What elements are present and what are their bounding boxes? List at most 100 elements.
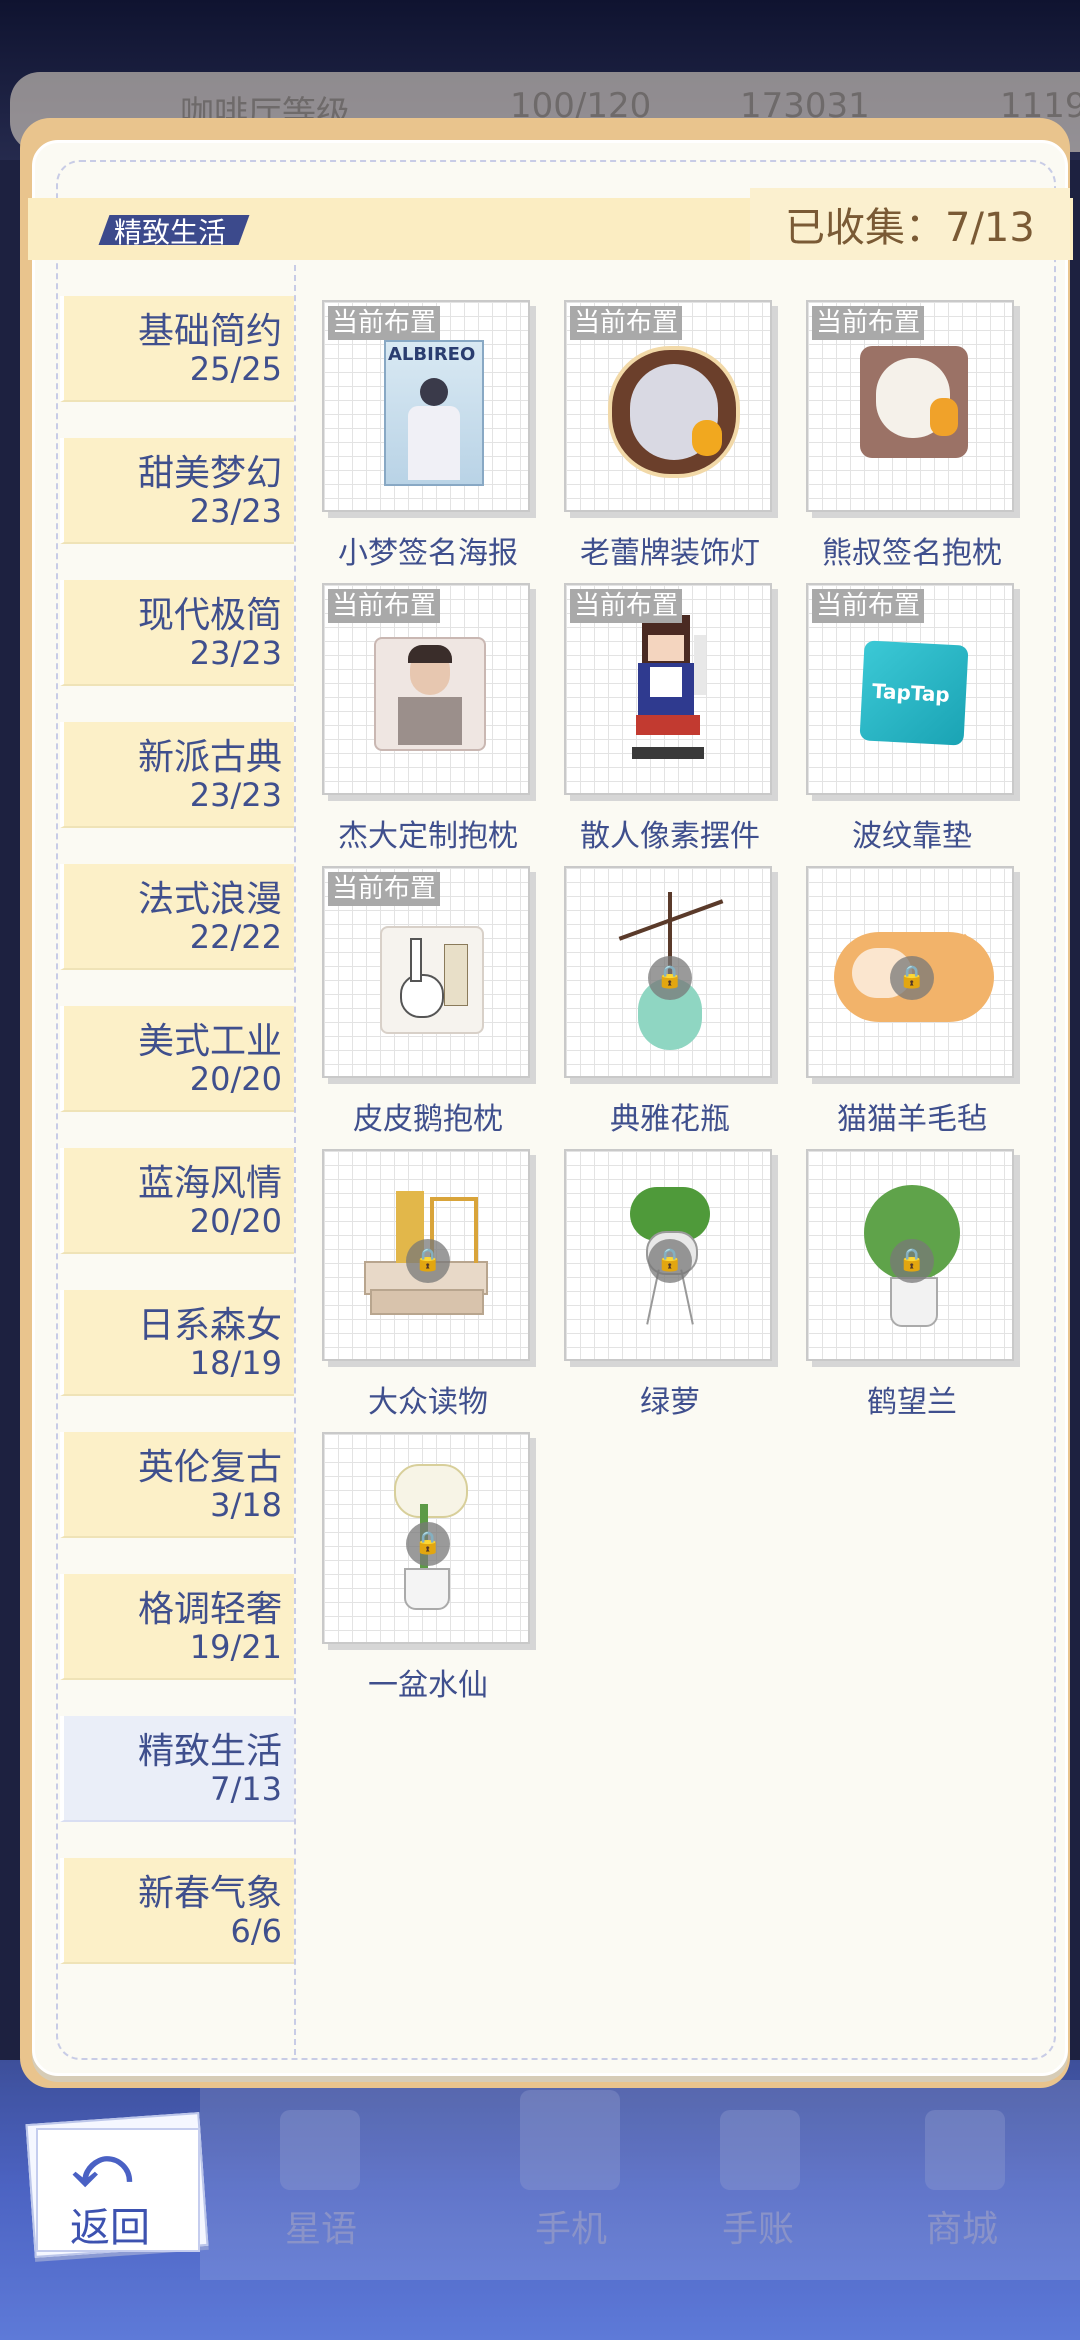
- category-name: 英伦复古: [137, 1447, 282, 1488]
- pot-art: [404, 1568, 450, 1610]
- category-name: 法式浪漫: [137, 879, 282, 920]
- category-count: 20/20: [189, 1060, 282, 1098]
- category-item[interactable]: 格调轻奢 19/21: [60, 1574, 294, 1680]
- item-card[interactable]: ALBIREO 当前布置: [322, 300, 536, 518]
- item-name: 鹤望兰: [867, 1385, 957, 1420]
- item-card[interactable]: 🔒: [564, 1149, 778, 1367]
- poster-text: ALBIREO: [388, 344, 476, 365]
- item-card[interactable]: 当前布置: [322, 583, 536, 801]
- card-face: 🔒: [806, 1149, 1014, 1361]
- item-card[interactable]: 🔒: [564, 866, 778, 1084]
- card-face: 🔒: [564, 866, 772, 1078]
- poster-art: ALBIREO: [384, 340, 484, 486]
- item-card[interactable]: 🔒: [322, 1149, 536, 1367]
- card-face: 当前布置: [322, 583, 530, 795]
- phone-icon[interactable]: [520, 2090, 620, 2190]
- category-item[interactable]: 日系森女 18/19: [60, 1290, 294, 1396]
- item-card[interactable]: 当前布置: [806, 300, 1020, 518]
- card-face: 当前布置: [564, 300, 772, 512]
- category-name: 新派古典: [137, 737, 282, 778]
- category-name: 格调轻奢: [137, 1589, 282, 1630]
- item-name: 绿萝: [640, 1385, 700, 1420]
- lock-icon: 🔒: [648, 1239, 692, 1283]
- category-name: 精致生活: [137, 1731, 282, 1772]
- item-name: 老蕾牌装饰灯: [580, 536, 760, 571]
- item-name: 猫猫羊毛毡: [837, 1102, 987, 1137]
- back-button-label[interactable]: 返回: [70, 2195, 150, 2253]
- item-card[interactable]: TapTap 当前布置: [806, 583, 1020, 801]
- goose-pillow-art: [380, 926, 484, 1034]
- card-face: ALBIREO 当前布置: [322, 300, 530, 512]
- category-item[interactable]: 现代极简 23/23: [60, 580, 294, 686]
- nav-phone[interactable]: 手机: [535, 2200, 607, 2252]
- category-item[interactable]: 法式浪漫 22/22: [60, 864, 294, 970]
- current-layout-badge: 当前布置: [328, 872, 441, 906]
- star-talk-icon[interactable]: [280, 2110, 360, 2190]
- nav-star-talk[interactable]: 星语: [285, 2200, 357, 2252]
- pixel-figure-art: [628, 615, 712, 765]
- category-item-active[interactable]: 精致生活 7/13: [60, 1716, 294, 1822]
- card-face: 🔒: [322, 1149, 530, 1361]
- category-item[interactable]: 甜美梦幻 23/23: [60, 438, 294, 544]
- category-name: 新春气象: [137, 1873, 282, 1914]
- category-count: 23/23: [189, 492, 282, 530]
- category-item[interactable]: 美式工业 20/20: [60, 1006, 294, 1112]
- category-count: 6/6: [230, 1912, 283, 1950]
- category-name: 甜美梦幻: [137, 453, 282, 494]
- category-count: 3/18: [210, 1486, 282, 1524]
- books-art: [370, 1289, 484, 1315]
- category-count: 7/13: [210, 1770, 282, 1808]
- nav-shop[interactable]: 商城: [926, 2200, 998, 2252]
- category-count: 22/22: [189, 918, 282, 956]
- nav-notebook[interactable]: 手账: [722, 2200, 794, 2252]
- collected-count: 已收集：7/13: [785, 205, 1035, 251]
- category-count: 19/21: [189, 1628, 282, 1666]
- theme-tag: 精致生活: [114, 216, 227, 249]
- item-card[interactable]: 当前布置: [564, 583, 778, 801]
- lock-icon: 🔒: [406, 1239, 450, 1283]
- category-item[interactable]: 基础简约 25/25: [60, 296, 294, 402]
- category-count: 25/25: [189, 350, 282, 388]
- item-card[interactable]: 当前布置: [564, 300, 778, 518]
- card-face: 当前布置: [564, 583, 772, 795]
- item-card[interactable]: 🔒: [806, 866, 1020, 1084]
- item-name: 熊叔签名抱枕: [822, 536, 1002, 571]
- card-face: 当前布置: [322, 866, 530, 1078]
- current-layout-badge: 当前布置: [812, 306, 925, 340]
- current-layout-badge: 当前布置: [570, 306, 683, 340]
- narcissus-flowers-art: [394, 1464, 468, 1518]
- category-item[interactable]: 英伦复古 3/18: [60, 1432, 294, 1538]
- category-count: 18/19: [189, 1344, 282, 1382]
- current-layout-badge: 当前布置: [328, 589, 441, 623]
- category-item[interactable]: 蓝海风情 20/20: [60, 1148, 294, 1254]
- lock-icon: 🔒: [890, 1239, 934, 1283]
- category-item[interactable]: 新春气象 6/6: [60, 1858, 294, 1964]
- item-card[interactable]: 🔒: [322, 1432, 536, 1650]
- card-face: 🔒: [564, 1149, 772, 1361]
- jieda-pillow-art: [374, 637, 486, 751]
- lamp-art: [608, 346, 740, 478]
- category-count: 23/23: [189, 776, 282, 814]
- category-count: 23/23: [189, 634, 282, 672]
- pot-art: [890, 1277, 938, 1327]
- item-name: 典雅花瓶: [610, 1102, 730, 1137]
- item-card[interactable]: 当前布置: [322, 866, 536, 1084]
- notebook-icon[interactable]: [720, 2110, 800, 2190]
- category-item[interactable]: 新派古典 23/23: [60, 722, 294, 828]
- card-face: 🔒: [806, 866, 1014, 1078]
- current-layout-badge: 当前布置: [328, 306, 441, 340]
- item-name: 波纹靠垫: [852, 819, 972, 854]
- category-name: 日系森女: [137, 1305, 282, 1346]
- category-name: 美式工业: [137, 1021, 282, 1062]
- category-name: 现代极简: [137, 595, 282, 636]
- item-name: 杰大定制抱枕: [338, 819, 518, 854]
- item-name: 小梦签名海报: [338, 536, 518, 571]
- pillow-text: TapTap: [871, 678, 951, 707]
- current-layout-badge: 当前布置: [812, 589, 925, 623]
- item-name: 皮皮鹅抱枕: [353, 1102, 503, 1137]
- item-name: 大众读物: [368, 1385, 488, 1420]
- back-arrow-icon: ⤺: [72, 2135, 132, 2200]
- item-card[interactable]: 🔒: [806, 1149, 1020, 1367]
- lock-icon: 🔒: [406, 1522, 450, 1566]
- shop-icon[interactable]: [925, 2110, 1005, 2190]
